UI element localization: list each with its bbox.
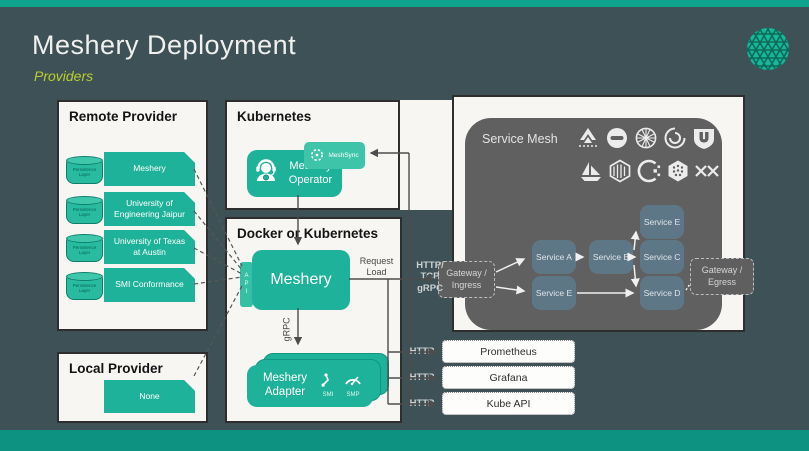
service-e-top-box: Service E xyxy=(640,205,684,239)
service-d-box: Service D xyxy=(640,276,684,310)
http-label-1: HTTP xyxy=(404,346,440,357)
meshery-logo-icon xyxy=(745,26,791,77)
istio-logo-icon xyxy=(578,158,604,189)
persistence-layer-cylinder: Persistence Layer xyxy=(66,238,103,262)
persistence-layer-cylinder: Persistence Layer xyxy=(66,276,103,300)
remote-provider-title: Remote Provider xyxy=(69,109,177,124)
remote-provider-meshery: Meshery xyxy=(104,152,195,186)
service-mesh-logos-row2 xyxy=(578,158,720,189)
kuma-logo-icon xyxy=(691,125,717,156)
gateway-egress-box: Gateway / Egress xyxy=(690,258,754,295)
meshery-adapter-label: Meshery Adapter xyxy=(258,372,312,400)
request-load-label: Request Load xyxy=(354,256,399,278)
service-mesh-title: Service Mesh xyxy=(482,132,558,146)
kube-api-box: Kube API xyxy=(442,392,575,415)
http-label-3: HTTP xyxy=(404,398,440,409)
grafana-box: Grafana xyxy=(442,366,575,389)
meshsync-icon xyxy=(310,148,324,164)
operator-icon xyxy=(253,159,279,187)
slide: Meshery Deployment Providers Remote Prov… xyxy=(0,0,809,451)
kubernetes-panel: Kubernetes Meshery Operator xyxy=(225,100,400,210)
service-e-bottom-box: Service E xyxy=(532,276,576,310)
service-b-box: Service B xyxy=(589,240,633,274)
docker-kubernetes-title: Docker or Kubernetes xyxy=(237,226,378,241)
traefik-mesh-logo-icon xyxy=(694,158,720,189)
consul-logo-icon xyxy=(604,125,630,156)
meshsync-label: MeshSync xyxy=(328,152,358,159)
smp-icon xyxy=(344,373,362,390)
local-provider-title: Local Provider xyxy=(69,361,163,376)
smi-icon xyxy=(320,373,336,390)
meshery-server-box: Meshery xyxy=(252,250,350,310)
service-mesh-logos-row1 xyxy=(575,125,717,156)
meshsync-box: MeshSync xyxy=(304,142,365,169)
remote-provider-panel: Remote Provider Persistence Layer Persis… xyxy=(57,100,208,331)
meshery-adapter-box: Meshery Adapter SMI xyxy=(247,365,373,407)
network-service-mesh-logo-icon xyxy=(607,158,633,189)
page-subtitle: Providers xyxy=(34,68,93,84)
remote-provider-jaipur: University of Engineering Jaipur xyxy=(104,192,195,226)
local-provider-panel: Local Provider None xyxy=(57,352,208,423)
remote-provider-smi: SMI Conformance xyxy=(104,268,195,302)
kubernetes-title: Kubernetes xyxy=(237,109,311,124)
open-service-mesh-logo-icon xyxy=(636,158,662,189)
prometheus-box: Prometheus xyxy=(442,340,575,363)
http-label-2: HTTP xyxy=(404,372,440,383)
persistence-layer-cylinder: Persistence Layer xyxy=(66,200,103,224)
persistence-layer-cylinder: Persistence Layer xyxy=(66,160,103,184)
app-mesh-logo-icon xyxy=(575,125,601,156)
http-tcp-grpc-label: HTTP/ TCP gRPC xyxy=(410,260,450,294)
bottom-accent-bar xyxy=(0,430,809,451)
top-accent-bar xyxy=(0,0,809,7)
service-a-box: Service A xyxy=(532,240,576,274)
local-provider-none: None xyxy=(104,380,195,413)
nginx-service-mesh-logo-icon xyxy=(665,158,691,189)
linkerd-logo-icon xyxy=(633,125,659,156)
service-c-box: Service C xyxy=(640,240,684,274)
grpc-label: gRPC xyxy=(282,309,293,349)
remote-provider-austin: University of Texas at Austin xyxy=(104,230,195,264)
docker-kubernetes-panel: Docker or Kubernetes API Meshery Request… xyxy=(225,217,402,423)
page-title: Meshery Deployment xyxy=(32,30,296,61)
octarine-logo-icon xyxy=(662,125,688,156)
